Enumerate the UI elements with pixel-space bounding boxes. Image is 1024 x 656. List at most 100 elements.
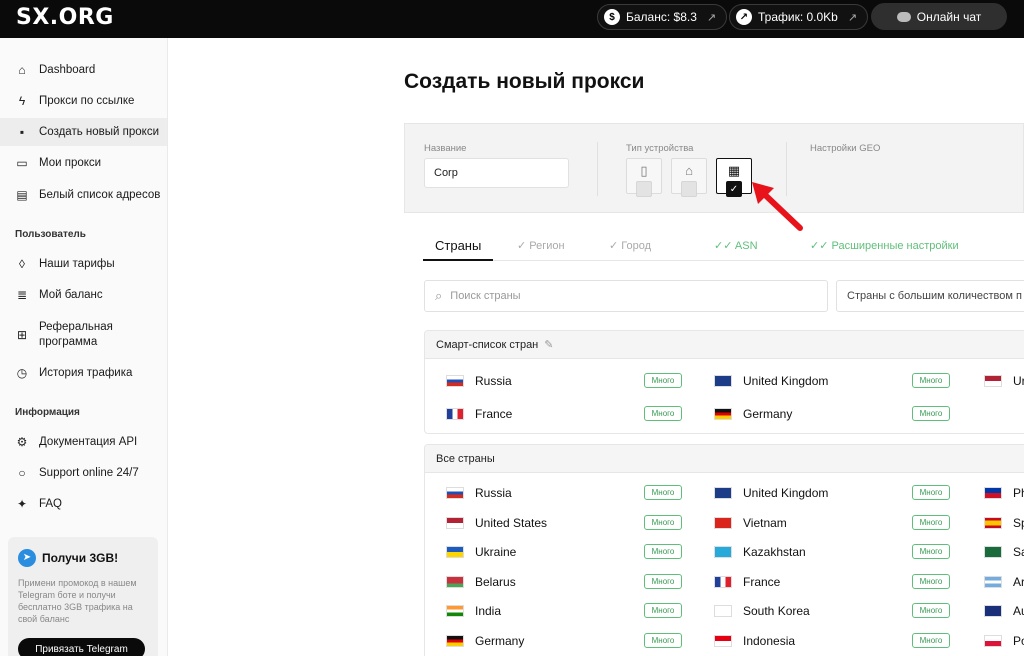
promo-card: ➤ Получи 3GB! Примени промокод в нашем T… — [8, 537, 158, 656]
online-chat-button[interactable]: Онлайн чат — [871, 3, 1007, 30]
flag-icon — [714, 516, 732, 529]
sidebar-item-faq[interactable]: ✦ FAQ — [0, 490, 167, 518]
tab-city[interactable]: ✓ Город — [609, 239, 651, 252]
country-name: France — [743, 574, 781, 589]
country-name: Au — [1013, 604, 1024, 619]
flag-icon — [714, 375, 732, 387]
section-label-user: Пользователь — [15, 229, 86, 240]
red-arrow-annotation — [752, 182, 803, 231]
country-name: Sp — [1013, 515, 1024, 530]
sidebar-item-balance[interactable]: ≣ Мой баланс — [0, 281, 167, 309]
flag-icon — [446, 487, 464, 499]
sidebar-item-proxy-link[interactable]: ϟ Прокси по ссылке — [0, 87, 167, 115]
country-name: Ukraine — [475, 545, 517, 560]
availability-badge: Много — [644, 373, 682, 388]
balance-text: Баланс: $8.3 — [626, 10, 697, 24]
country-row-po[interactable]: Po — [984, 631, 1024, 651]
sidebar-item-dashboard[interactable]: ⌂ Dashboard — [0, 56, 167, 84]
flag-icon — [984, 375, 1002, 387]
country-row-au[interactable]: Au — [984, 601, 1024, 621]
tab-advanced-settings[interactable]: ✓✓ Расширенные настройки — [810, 239, 959, 252]
device-mobile-checkbox[interactable] — [636, 181, 652, 197]
country-row-russia[interactable]: Russia — [446, 371, 512, 391]
tab-label: Регион — [529, 240, 565, 252]
balance-pill[interactable]: $ Баланс: $8.3 ↗ — [597, 4, 728, 30]
home-icon: ⌂ — [18, 63, 26, 77]
sidebar-item-support[interactable]: ○ Support online 24/7 — [0, 459, 167, 487]
flag-icon — [984, 487, 1002, 499]
country-row-germany[interactable]: Germany — [446, 631, 524, 651]
country-row-ukraine[interactable]: Ukraine — [446, 542, 516, 562]
country-search-input[interactable]: ⌕ Поиск страны — [424, 280, 828, 312]
proxy-name-input[interactable]: Corp — [424, 158, 569, 188]
pencil-icon[interactable]: ✎ — [544, 338, 553, 351]
country-filter-select[interactable]: Страны с большим количеством п — [836, 280, 1024, 312]
country-row-united-kingdom[interactable]: United Kingdom — [714, 371, 828, 391]
country-row-india[interactable]: India — [446, 601, 501, 621]
dollar-icon: $ — [604, 9, 620, 25]
sidebar-item-api-docs[interactable]: ⚙ Документация API — [0, 428, 167, 456]
country-row-united-states[interactable]: United States — [446, 513, 547, 533]
country-name: United States — [475, 515, 548, 530]
flag-icon — [714, 546, 732, 559]
database-icon: ≣ — [16, 288, 28, 302]
country-row-kazakhstan[interactable]: Kazakhstan — [714, 542, 806, 562]
country-row-vietnam[interactable]: Vietnam — [714, 513, 787, 533]
country-row-south-korea[interactable]: South Korea — [714, 601, 810, 621]
country-row-ph[interactable]: Ph — [984, 483, 1024, 503]
sidebar-item-label: Наши тарифы — [39, 258, 115, 270]
active-tab-indicator — [423, 259, 493, 261]
country-row-france[interactable]: France — [714, 572, 780, 592]
building-icon: ▦ — [727, 163, 741, 178]
sidebar-item-label: Белый список адресов — [39, 189, 161, 201]
chat-label: Онлайн чат — [916, 9, 982, 24]
link-telegram-button[interactable]: Привязать Telegram — [18, 638, 145, 656]
chat-bubble-icon: ○ — [18, 466, 26, 480]
flag-icon — [984, 546, 1002, 559]
availability-badge: Много — [644, 573, 682, 589]
sidebar-item-whitelist[interactable]: ▤ Белый список адресов — [0, 181, 167, 209]
country-row-indonesia[interactable]: Indonesia — [714, 631, 795, 651]
sidebar-item-traffic-history[interactable]: ◷ История трафика — [0, 359, 167, 387]
arrow-up-right-icon: ↗ — [706, 11, 717, 24]
country-row-sp[interactable]: Sp — [984, 513, 1024, 533]
country-row-ar[interactable]: Ar — [984, 572, 1024, 592]
device-corporate-checkbox[interactable]: ✓ — [726, 181, 742, 197]
country-row-united-kingdom[interactable]: United Kingdom — [714, 483, 828, 503]
sidebar-item-my-proxies[interactable]: ▭ Мои прокси — [0, 149, 167, 177]
logo[interactable]: SX.ORG — [16, 5, 114, 30]
sidebar-item-tariffs[interactable]: ◊ Наши тарифы — [0, 250, 167, 278]
search-icon: ⌕ — [435, 288, 443, 303]
country-row-belarus[interactable]: Belarus — [446, 572, 516, 592]
country-row-russia[interactable]: Russia — [446, 483, 512, 503]
availability-badge: Много — [644, 544, 682, 560]
traffic-pill[interactable]: ↗ Трафик: 0.0Kb ↗ — [729, 4, 869, 30]
flag-icon — [984, 635, 1002, 647]
sidebar-item-referral[interactable]: ⊞ Реферальная программа — [0, 318, 167, 352]
country-name: South Korea — [743, 604, 810, 619]
country-row-germany[interactable]: Germany — [714, 404, 792, 424]
tab-countries[interactable]: Страны — [435, 238, 481, 253]
country-row-ur[interactable]: Ur — [984, 371, 1024, 391]
clock-icon: ◷ — [16, 366, 28, 380]
availability-badge: Много — [644, 406, 682, 421]
flame-icon: ◊ — [19, 257, 25, 271]
double-check-icon: ✓✓ — [714, 240, 735, 252]
tab-label: Расширенные настройки — [831, 240, 959, 252]
country-row-sa[interactable]: Sa — [984, 542, 1024, 562]
sidebar-item-create-proxy[interactable]: ▪ Создать новый прокси — [0, 118, 167, 146]
traffic-text: Трафик: 0.0Kb — [758, 10, 838, 24]
house-icon: ⌂ — [685, 163, 693, 178]
phone-icon: ▯ — [640, 163, 648, 178]
availability-badge: Много — [912, 485, 950, 500]
availability-badge: Много — [912, 573, 950, 589]
sidebar-item-label: Прокси по ссылке — [39, 95, 135, 107]
country-name: Indonesia — [743, 634, 796, 648]
smart-list-panel: Смарт-список стран ✎ Russia Много United K… — [424, 330, 1024, 434]
country-row-france[interactable]: France — [446, 404, 512, 424]
device-residential-checkbox[interactable] — [681, 181, 697, 197]
sparkle-icon: ✦ — [16, 497, 28, 511]
tab-region[interactable]: ✓ Регион — [517, 239, 565, 252]
tab-asn[interactable]: ✓✓ ASN — [714, 239, 758, 252]
sidebar: ⌂ Dashboard ϟ Прокси по ссылке ▪ Создать… — [0, 38, 168, 656]
